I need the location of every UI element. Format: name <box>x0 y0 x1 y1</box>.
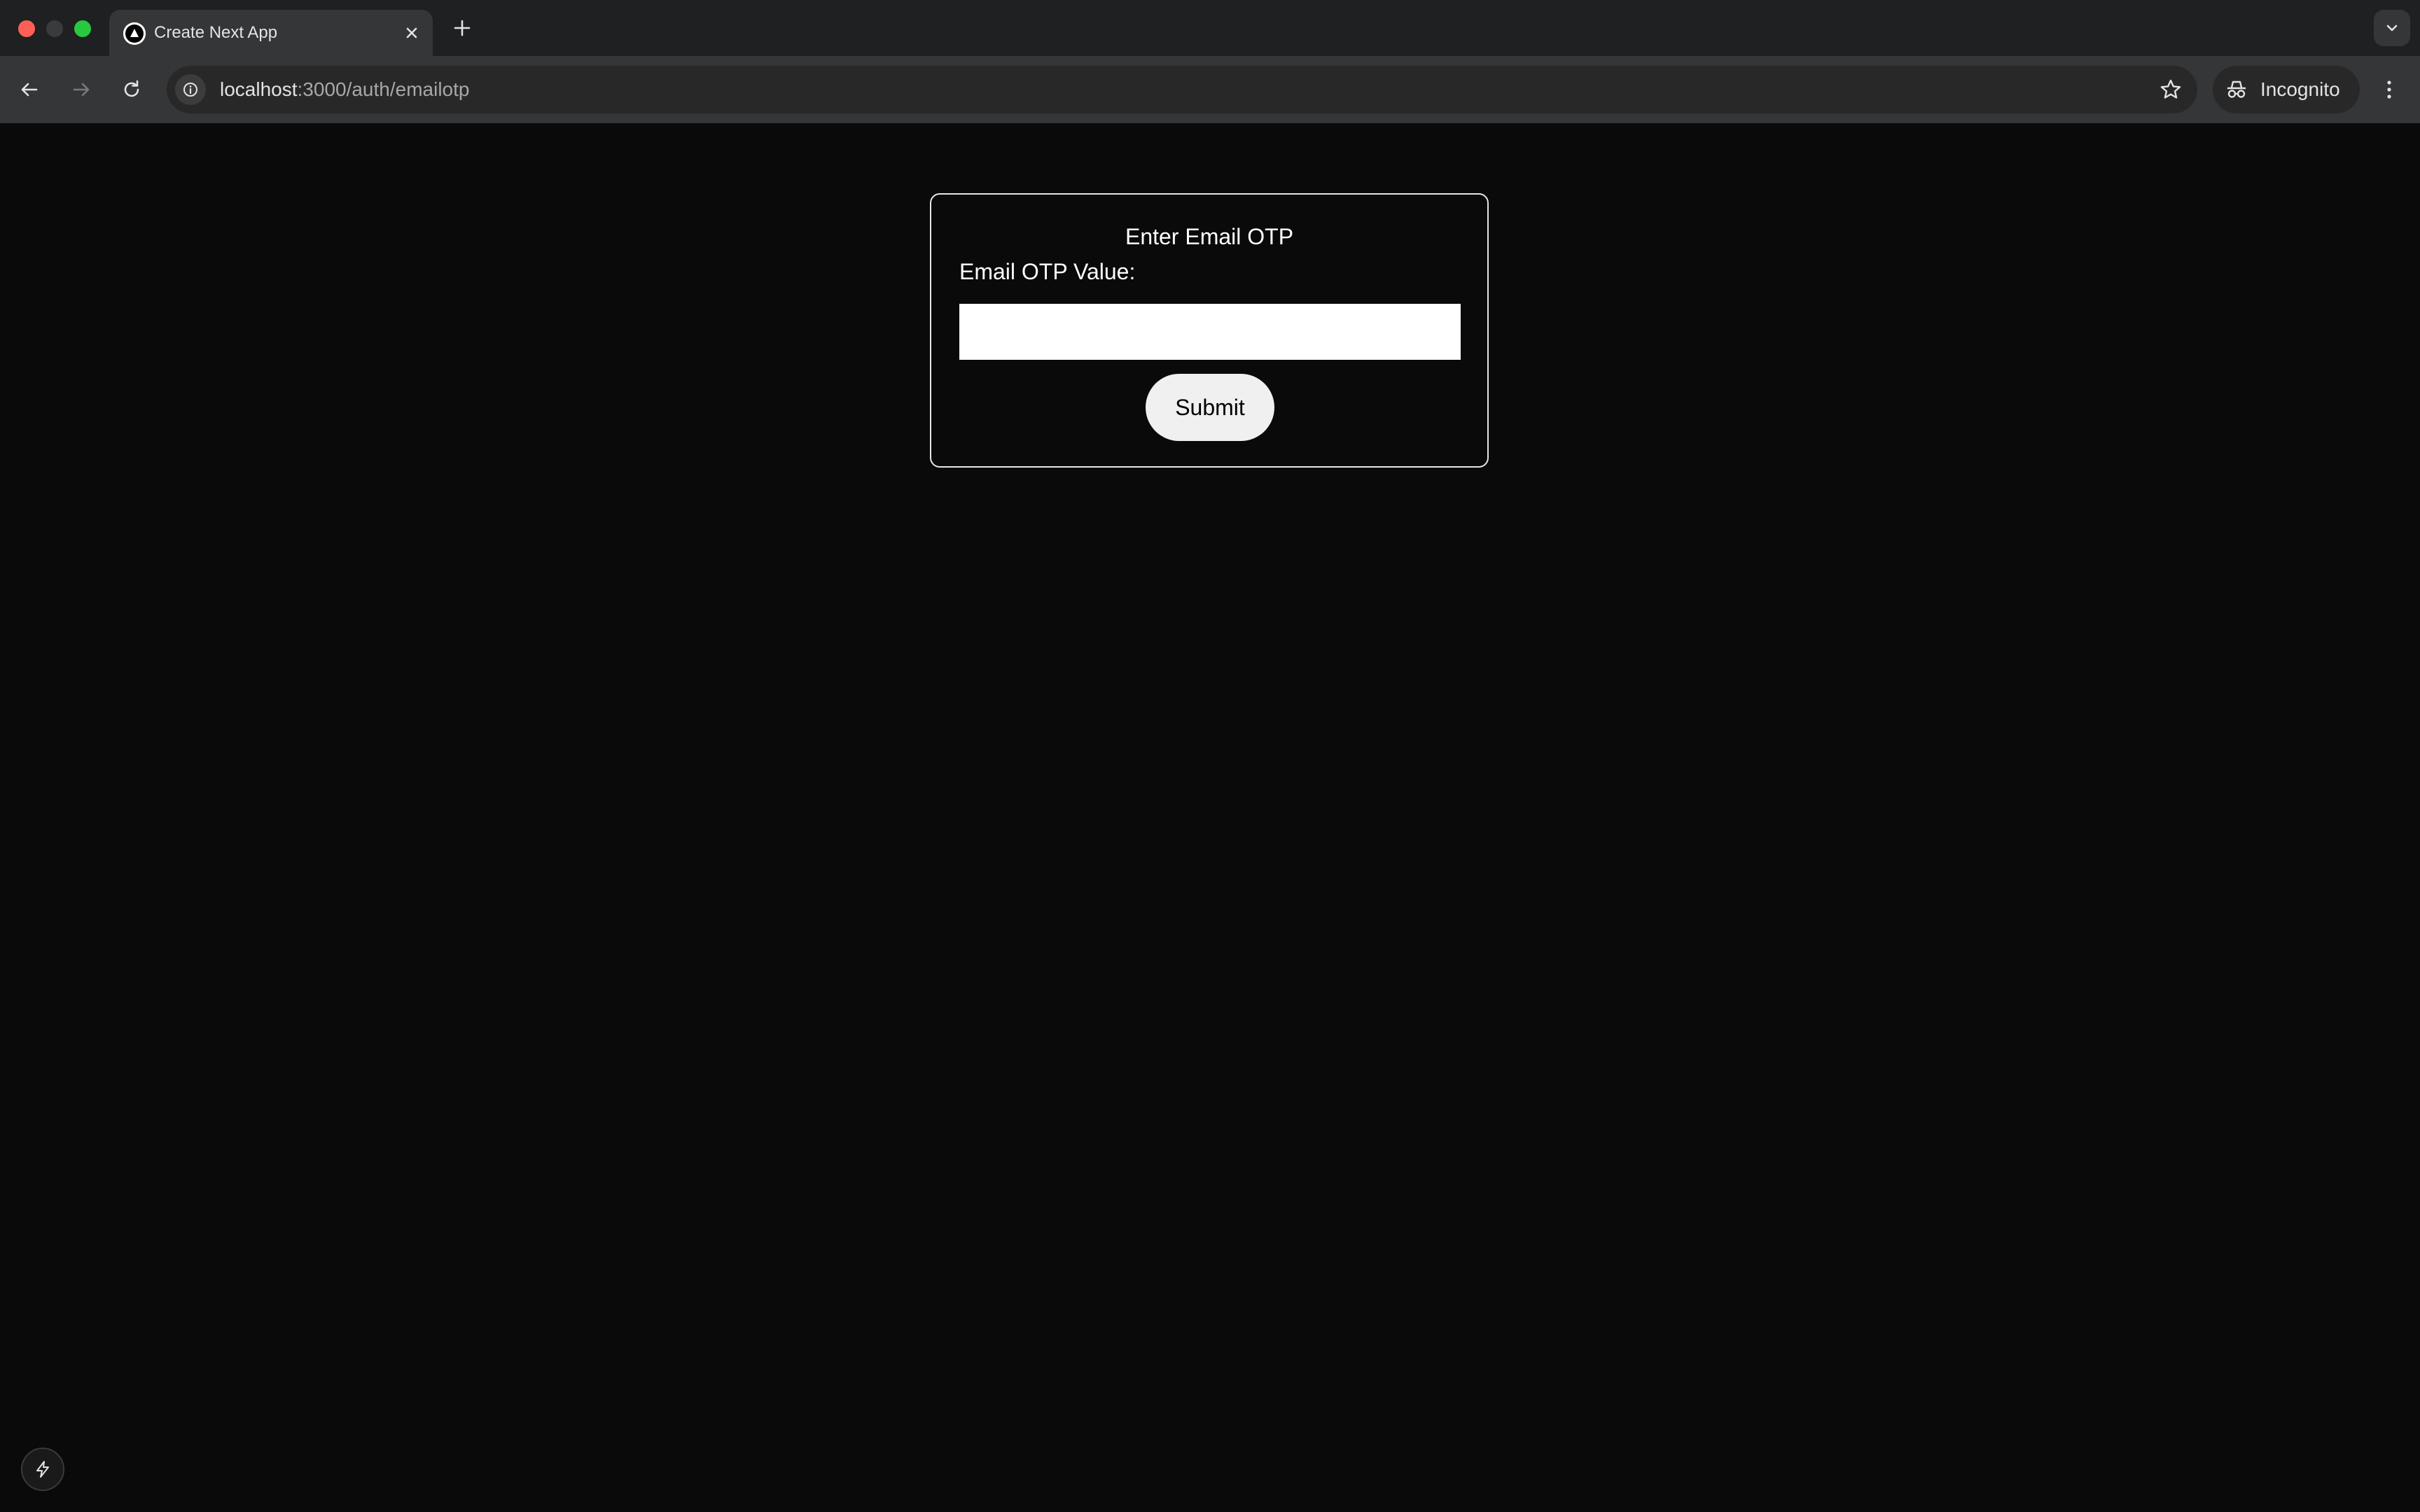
maximize-window-button[interactable] <box>74 20 91 37</box>
form-title: Enter Email OTP <box>1125 224 1294 249</box>
otp-label: Email OTP Value: <box>959 259 1136 284</box>
nextjs-triangle-icon <box>123 22 146 45</box>
site-info-icon[interactable] <box>175 74 206 105</box>
close-window-button[interactable] <box>18 20 35 37</box>
browser-tab-strip: Create Next App <box>0 0 2420 56</box>
incognito-badge[interactable]: Incognito <box>2213 66 2360 113</box>
back-arrow-icon[interactable] <box>14 74 45 105</box>
incognito-label: Incognito <box>2260 78 2340 100</box>
submit-button[interactable]: Submit <box>1146 374 1274 441</box>
new-tab-icon[interactable] <box>450 15 475 41</box>
page-content: Enter Email OTP Email OTP Value: Submit <box>0 123 2420 1512</box>
reload-icon[interactable] <box>116 74 147 105</box>
more-menu-icon[interactable] <box>2374 73 2405 106</box>
url-host: localhost <box>220 78 298 100</box>
url-path: :3000/auth/emailotp <box>297 78 470 100</box>
tab-title: Create Next App <box>154 23 278 42</box>
email-otp-form: Enter Email OTP Email OTP Value: Submit <box>930 193 1489 468</box>
minimize-window-button[interactable] <box>46 20 63 37</box>
browser-toolbar: localhost:3000/auth/emailotp Incognito <box>0 56 2420 123</box>
address-bar[interactable]: localhost:3000/auth/emailotp <box>167 66 2197 113</box>
nextjs-dev-tools-button[interactable] <box>21 1448 64 1491</box>
lightning-bolt-icon <box>36 1461 49 1478</box>
close-tab-icon[interactable] <box>401 22 423 44</box>
bookmark-star-icon[interactable] <box>2158 77 2183 102</box>
incognito-icon <box>2227 80 2246 98</box>
forward-arrow-icon[interactable] <box>66 74 97 105</box>
url-text: localhost:3000/auth/emailotp <box>220 66 469 113</box>
tab-search-icon[interactable] <box>2374 10 2410 46</box>
otp-input[interactable] <box>959 304 1461 360</box>
browser-tab[interactable]: Create Next App <box>109 10 433 56</box>
